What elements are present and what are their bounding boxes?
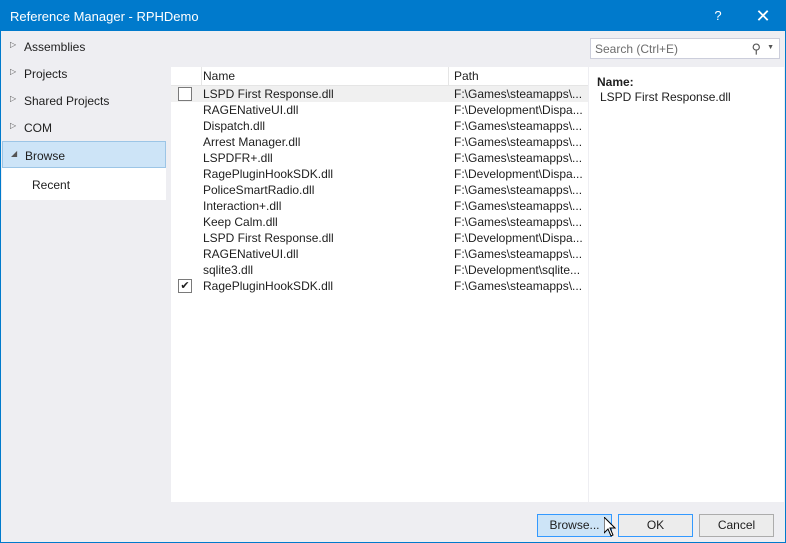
nav-item-recent[interactable]: Recent: [2, 168, 166, 200]
nav-item-browse[interactable]: ◢ Browse: [2, 141, 166, 168]
column-divider[interactable]: [201, 67, 202, 85]
expand-arrow-icon: ▷: [10, 121, 17, 130]
nav-item-label: Shared Projects: [24, 94, 110, 108]
search-dropdown-icon[interactable]: ▼: [767, 44, 774, 51]
window-title: Reference Manager - RPHDemo: [10, 9, 199, 24]
expand-arrow-icon: ▷: [10, 67, 17, 76]
expand-arrow-icon: ▷: [10, 94, 17, 103]
table-row[interactable]: LSPD First Response.dll F:\Development\Di…: [171, 230, 588, 246]
nav-item-label: COM: [24, 121, 52, 135]
dialog-footer: Browse... OK Cancel: [1, 504, 785, 542]
list-rows: LSPD First Response.dll F:\Games\steamapp…: [171, 86, 588, 294]
reference-list: Name Path LSPD First Response.dll F:\Game…: [171, 67, 588, 502]
list-header: Name Path: [171, 67, 588, 86]
table-row[interactable]: PoliceSmartRadio.dll F:\Games\steamapps\.…: [171, 182, 588, 198]
search-input[interactable]: Search (Ctrl+E) ⚲ ▼: [590, 38, 780, 59]
row-path: F:\Games\steamapps\...: [454, 119, 583, 133]
row-name: Dispatch.dll: [203, 119, 266, 133]
nav-item-label: Recent: [32, 178, 71, 192]
row-path: F:\Games\steamapps\...: [454, 279, 583, 293]
collapse-arrow-icon: ◢: [11, 149, 18, 158]
table-row[interactable]: LSPDFR+.dll F:\Games\steamapps\...: [171, 150, 588, 166]
row-path: F:\Development\Dispa...: [454, 103, 583, 117]
cancel-button[interactable]: Cancel: [699, 514, 774, 537]
column-header-name[interactable]: Name: [203, 69, 235, 83]
table-row[interactable]: Dispatch.dll F:\Games\steamapps\...: [171, 118, 588, 134]
row-name: sqlite3.dll: [203, 263, 254, 277]
table-row[interactable]: sqlite3.dll F:\Development\sqlite...: [171, 262, 588, 278]
row-name: PoliceSmartRadio.dll: [203, 183, 315, 197]
row-name: LSPDFR+.dll: [203, 151, 273, 165]
row-name: RagePluginHookSDK.dll: [203, 279, 334, 293]
row-name: RAGENativeUI.dll: [203, 247, 299, 261]
reference-manager-dialog: Reference Manager - RPHDemo ? ✕ ▷ Assemb…: [0, 0, 786, 543]
row-path: F:\Games\steamapps\...: [454, 199, 583, 213]
mouse-cursor-icon: [604, 517, 616, 537]
row-path: F:\Development\Dispa...: [454, 167, 583, 181]
row-path: F:\Games\steamapps\...: [454, 151, 583, 165]
nav-item-projects[interactable]: ▷ Projects: [2, 60, 166, 87]
detail-panel: Name: LSPD First Response.dll: [589, 67, 784, 502]
column-header-path[interactable]: Path: [454, 69, 479, 83]
table-row[interactable]: Keep Calm.dll F:\Games\steamapps\...: [171, 214, 588, 230]
row-path: F:\Development\Dispa...: [454, 231, 583, 245]
nav-item-com[interactable]: ▷ COM: [2, 114, 166, 141]
search-placeholder: Search (Ctrl+E): [595, 42, 679, 56]
ok-button[interactable]: OK: [618, 514, 693, 537]
table-row[interactable]: RAGENativeUI.dll F:\Games\steamapps\...: [171, 246, 588, 262]
table-row[interactable]: RAGENativeUI.dll F:\Development\Dispa...: [171, 102, 588, 118]
row-name: Arrest Manager.dll: [203, 135, 301, 149]
nav-item-label: Assemblies: [24, 40, 86, 54]
title-bar: Reference Manager - RPHDemo ? ✕: [1, 1, 785, 31]
row-path: F:\Development\sqlite...: [454, 263, 581, 277]
row-path: F:\Games\steamapps\...: [454, 215, 583, 229]
browse-button[interactable]: Browse...: [537, 514, 612, 537]
nav-item-assemblies[interactable]: ▷ Assemblies: [2, 33, 166, 60]
row-checkbox[interactable]: ✔: [178, 279, 192, 293]
detail-name-label: Name:: [597, 75, 634, 89]
row-name: RagePluginHookSDK.dll: [203, 167, 334, 181]
detail-name-value: LSPD First Response.dll: [600, 90, 731, 104]
help-button[interactable]: ?: [703, 1, 733, 31]
row-name: Keep Calm.dll: [203, 215, 278, 229]
row-path: F:\Games\steamapps\...: [454, 247, 583, 261]
table-row[interactable]: LSPD First Response.dll F:\Games\steamapp…: [171, 86, 588, 102]
table-row[interactable]: Interaction+.dll F:\Games\steamapps\...: [171, 198, 588, 214]
column-divider[interactable]: [448, 67, 449, 85]
row-checkbox[interactable]: [178, 87, 192, 101]
row-path: F:\Games\steamapps\...: [454, 87, 583, 101]
row-name: Interaction+.dll: [203, 199, 282, 213]
table-row[interactable]: Arrest Manager.dll F:\Games\steamapps\...: [171, 134, 588, 150]
row-name: LSPD First Response.dll: [203, 231, 334, 245]
row-path: F:\Games\steamapps\...: [454, 135, 583, 149]
close-button[interactable]: ✕: [748, 1, 778, 31]
table-row[interactable]: ✔ RagePluginHookSDK.dll F:\Games\steamapps…: [171, 278, 588, 294]
nav-item-shared-projects[interactable]: ▷ Shared Projects: [2, 87, 166, 114]
row-path: F:\Games\steamapps\...: [454, 183, 583, 197]
nav-item-label: Projects: [24, 67, 68, 81]
nav-item-label: Browse: [25, 149, 66, 163]
row-name: RAGENativeUI.dll: [203, 103, 299, 117]
expand-arrow-icon: ▷: [10, 40, 17, 49]
row-name: LSPD First Response.dll: [203, 87, 334, 101]
search-icon[interactable]: ⚲: [751, 41, 761, 57]
table-row[interactable]: RagePluginHookSDK.dll F:\Development\Disp…: [171, 166, 588, 182]
left-navigation: ▷ Assemblies ▷ Projects ▷ Shared Project…: [2, 33, 166, 201]
